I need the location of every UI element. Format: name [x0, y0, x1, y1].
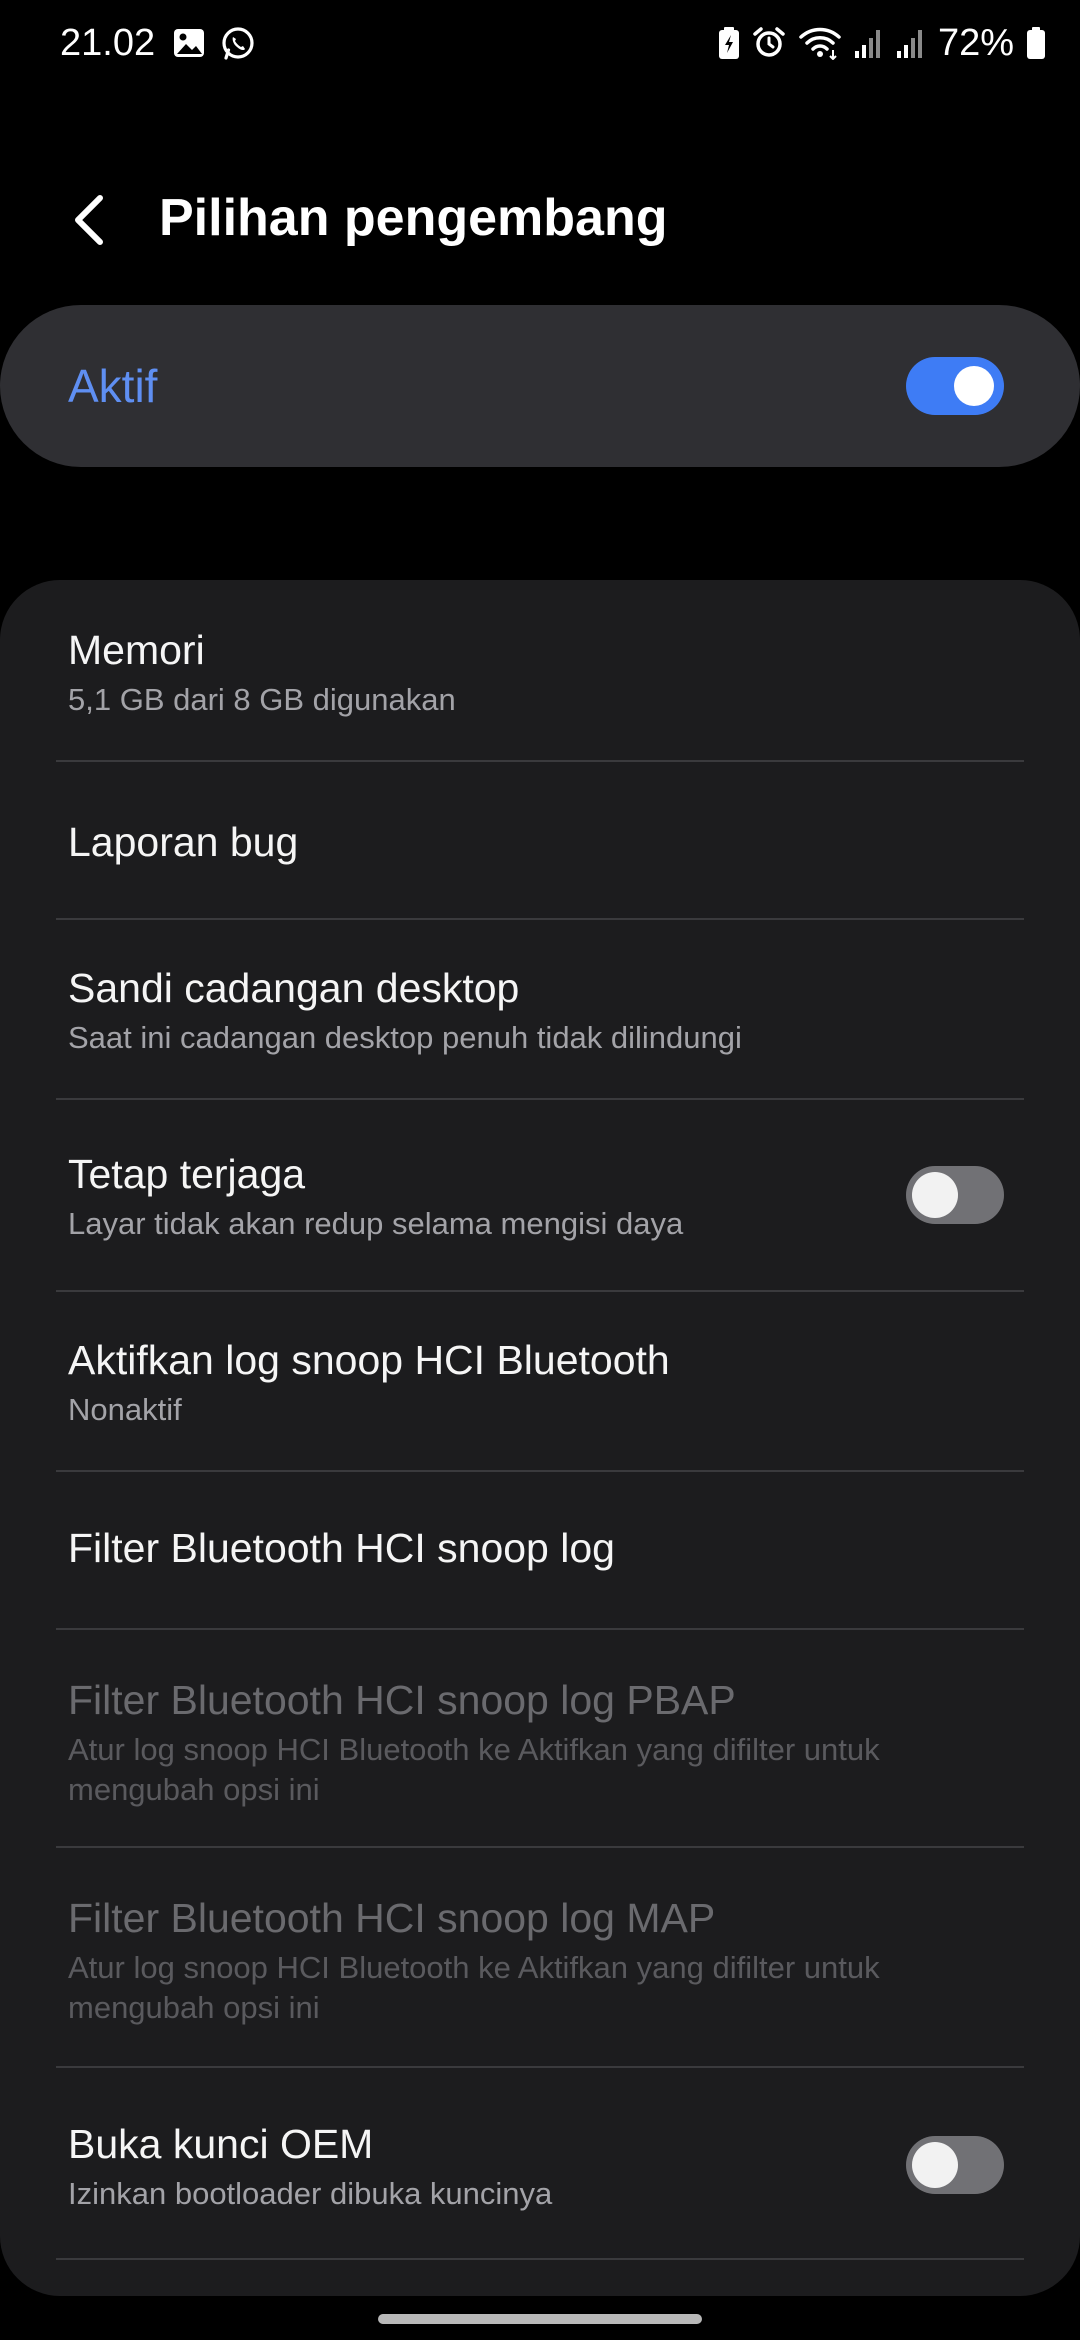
battery-icon [1027, 27, 1045, 59]
wifi-icon [799, 27, 841, 60]
setting-bug-report[interactable]: Laporan bug [0, 762, 1080, 918]
signal-icon [896, 30, 922, 58]
gallery-icon [174, 29, 204, 57]
setting-memory[interactable]: Memori 5,1 GB dari 8 GB digunakan [0, 580, 1080, 762]
setting-subtitle: Layar tidak akan redup selama mengisi da… [68, 1206, 684, 1241]
setting-title: Sandi cadangan desktop [68, 965, 520, 1011]
toggle-knob [912, 1172, 958, 1218]
setting-title: Buka kunci OEM [68, 2121, 374, 2167]
stay-awake-toggle[interactable] [906, 1166, 1004, 1224]
setting-bluetooth-hci-snoop-log[interactable]: Aktifkan log snoop HCI Bluetooth Nonakti… [0, 1292, 1080, 1470]
setting-filter-snoop-log-map: Filter Bluetooth HCI snoop log MAP Atur … [0, 1848, 1080, 2068]
setting-subtitle: 5,1 GB dari 8 GB digunakan [68, 682, 456, 717]
setting-desktop-backup-password[interactable]: Sandi cadangan desktop Saat ini cadangan… [0, 920, 1080, 1100]
setting-title: Memori [68, 627, 205, 673]
divider [56, 2258, 1024, 2260]
setting-title: Filter Bluetooth HCI snoop log PBAP [68, 1677, 736, 1723]
battery-saver-icon [718, 27, 739, 59]
setting-subtitle: Atur log snoop HCI Bluetooth ke Aktifkan… [68, 1732, 880, 1807]
setting-title: Aktifkan log snoop HCI Bluetooth [68, 1337, 670, 1383]
master-switch-bar[interactable]: Aktif [0, 305, 1080, 467]
page-title: Pilihan pengembang [159, 189, 668, 247]
setting-filter-snoop-log-pbap: Filter Bluetooth HCI snoop log PBAP Atur… [0, 1630, 1080, 1848]
setting-subtitle: Atur log snoop HCI Bluetooth ke Aktifkan… [68, 1950, 880, 2025]
setting-filter-bluetooth-hci-snoop-log[interactable]: Filter Bluetooth HCI snoop log [0, 1472, 1080, 1628]
master-switch-label: Aktif [68, 360, 158, 412]
setting-oem-unlock[interactable]: Buka kunci OEM Izinkan bootloader dibuka… [0, 2068, 1080, 2258]
status-bar: 21.02 72% [0, 0, 1080, 90]
setting-subtitle: Nonaktif [68, 1392, 182, 1427]
battery-percent: 72% [937, 22, 1014, 64]
setting-title: Filter Bluetooth HCI snoop log MAP [68, 1895, 716, 1941]
app-bar: Pilihan pengembang [0, 160, 1080, 270]
setting-title: Laporan bug [68, 819, 299, 865]
status-notification-icons [172, 26, 256, 62]
status-system-icons: 72% [718, 20, 1046, 66]
signal-icon [854, 30, 880, 58]
setting-title: Tetap terjaga [68, 1151, 306, 1197]
back-button[interactable] [50, 180, 130, 260]
toggle-knob [954, 366, 994, 406]
setting-subtitle: Izinkan bootloader dibuka kuncinya [68, 2176, 553, 2211]
setting-subtitle: Saat ini cadangan desktop penuh tidak di… [68, 1020, 742, 1055]
status-time: 21.02 [60, 22, 156, 64]
master-toggle[interactable] [906, 357, 1004, 415]
gesture-navigation-handle[interactable] [378, 2314, 702, 2324]
settings-card: Memori 5,1 GB dari 8 GB digunakan Lapora… [0, 580, 1080, 2296]
setting-title: Filter Bluetooth HCI snoop log [68, 1525, 615, 1571]
back-arrow-icon [75, 195, 103, 245]
toggle-knob [912, 2142, 958, 2188]
setting-stay-awake[interactable]: Tetap terjaga Layar tidak akan redup sel… [0, 1100, 1080, 1290]
alarm-icon [753, 27, 785, 57]
oem-unlock-toggle[interactable] [906, 2136, 1004, 2194]
whatsapp-icon [222, 27, 254, 60]
